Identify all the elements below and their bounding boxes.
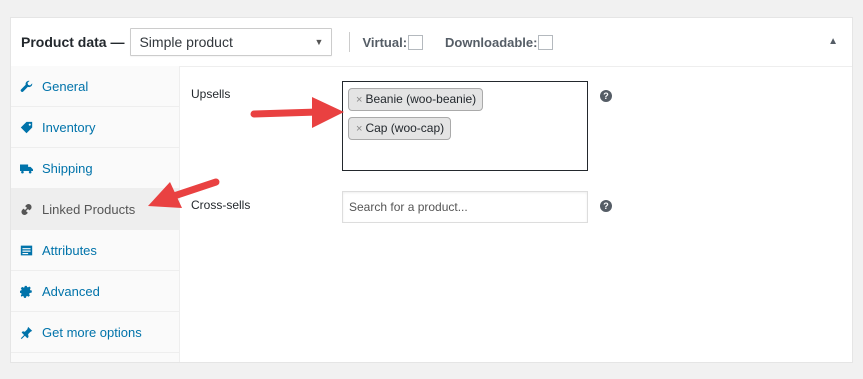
tab-shipping[interactable]: Shipping [11, 148, 179, 189]
downloadable-checkbox[interactable] [538, 34, 554, 50]
remove-icon[interactable]: × [356, 123, 362, 135]
tab-general[interactable]: General [11, 66, 179, 107]
truck-icon [19, 161, 33, 175]
upsells-select[interactable]: × Beanie (woo-beanie) × Cap (woo-cap) [342, 81, 588, 171]
gear-icon [19, 284, 33, 298]
header-divider [349, 32, 351, 52]
collapse-toggle-icon[interactable]: ▲ [828, 36, 838, 47]
help-icon[interactable]: ? [600, 90, 612, 102]
upsells-label: Upsells [191, 87, 231, 101]
tab-label: Attributes [42, 242, 97, 258]
remove-icon[interactable]: × [356, 94, 362, 106]
product-data-panel: Product data — Simple product ▼ Virtual:… [10, 17, 853, 363]
product-data-tabs: General Inventory Shipping Linked Produc… [11, 66, 180, 362]
tab-label: General [42, 78, 89, 94]
tab-label: Inventory [42, 119, 96, 135]
chevron-down-icon: ▼ [314, 37, 324, 47]
chip-label: Beanie (woo-beanie) [365, 92, 477, 106]
panel-title: Product data — [21, 34, 125, 50]
virtual-checkbox[interactable] [408, 34, 424, 50]
crosssells-label: Cross-sells [191, 198, 251, 212]
upsell-chip[interactable]: × Cap (woo-cap) [348, 117, 452, 140]
crosssells-search-input[interactable]: Search for a product... [342, 191, 588, 223]
plugin-icon [19, 325, 33, 339]
tab-label: Advanced [42, 283, 100, 299]
wrench-icon [19, 79, 33, 93]
tab-advanced[interactable]: Advanced [11, 271, 179, 312]
virtual-label: Virtual: [362, 34, 408, 50]
tab-label: Shipping [42, 160, 93, 176]
list-icon [19, 243, 33, 257]
tab-label: Get more options [42, 324, 142, 340]
tab-get-more-options[interactable]: Get more options [11, 312, 179, 353]
tab-label: Linked Products [42, 201, 136, 217]
help-icon[interactable]: ? [600, 200, 612, 212]
link-icon [19, 202, 33, 216]
panel-header: Product data — Simple product ▼ Virtual:… [11, 18, 852, 67]
tag-icon [19, 120, 33, 134]
product-type-value: Simple product [139, 34, 233, 50]
product-type-select[interactable]: Simple product ▼ [130, 28, 333, 56]
chip-label: Cap (woo-cap) [365, 121, 445, 135]
upsell-chip[interactable]: × Beanie (woo-beanie) [348, 88, 484, 111]
tab-inventory[interactable]: Inventory [11, 107, 179, 148]
tab-linked-products[interactable]: Linked Products [11, 189, 179, 230]
linked-products-panel: Upsells × Beanie (woo-beanie) × Cap (woo-c… [180, 66, 852, 362]
tab-attributes[interactable]: Attributes [11, 230, 179, 271]
downloadable-label: Downloadable: [445, 34, 538, 50]
